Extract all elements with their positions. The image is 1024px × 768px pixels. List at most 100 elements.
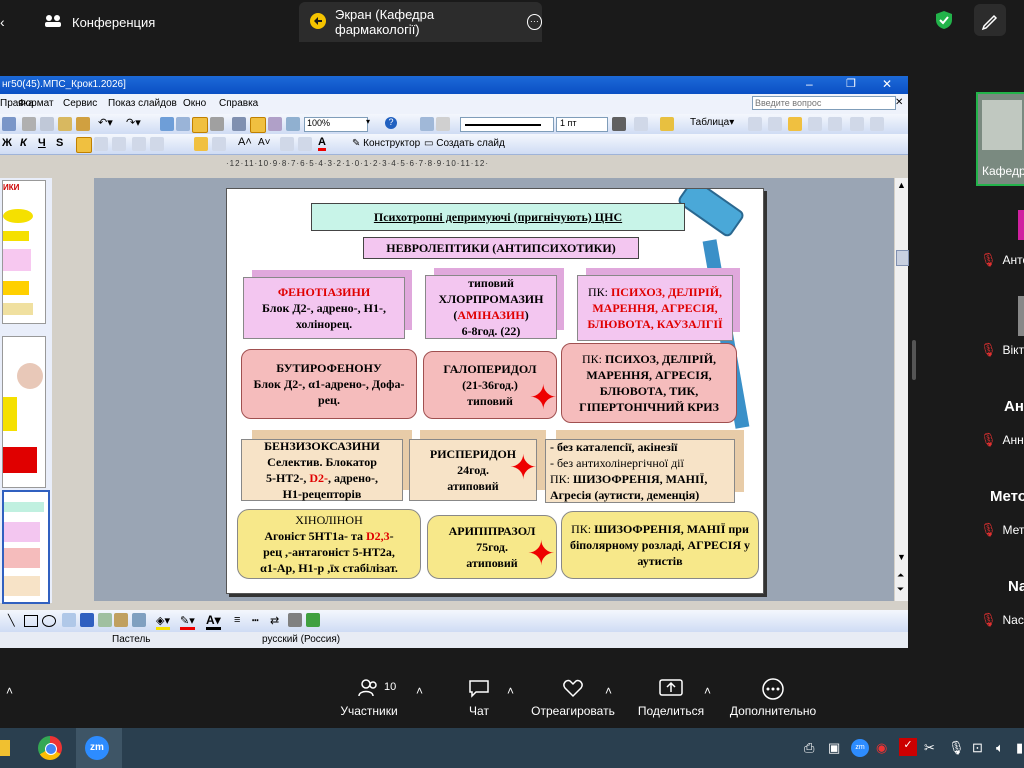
thumbnail-slide-1[interactable]: ИКИ	[2, 180, 46, 324]
thumbnail-slide-2[interactable]	[2, 336, 46, 488]
help-search-input[interactable]	[752, 96, 896, 110]
line-weight-icon[interactable]: ≡	[234, 614, 240, 626]
undo-icon[interactable]: ↶▾	[98, 116, 113, 129]
align-left-icon[interactable]	[76, 137, 92, 153]
wordart-tool-icon[interactable]	[80, 613, 94, 627]
line-color-icon[interactable]: ✎▾	[180, 614, 195, 630]
participant-row[interactable]: 🎙︎ Анн	[980, 432, 1024, 448]
decrease-font-icon[interactable]: A˅	[258, 137, 271, 148]
text-color-icon[interactable]: A▾	[206, 613, 221, 630]
menu-help[interactable]: Справка	[219, 98, 258, 109]
tab-conference[interactable]: Конференция	[44, 2, 155, 42]
line-tool-icon[interactable]: ╲	[8, 614, 15, 627]
distribute-rows-icon[interactable]	[850, 117, 864, 131]
shadow-icon[interactable]: S	[56, 137, 63, 149]
menu-format[interactable]: Формат	[18, 98, 54, 109]
line-width-select[interactable]: 1 пт	[556, 117, 608, 132]
participants-button[interactable]: Участники	[324, 678, 414, 718]
table-menu[interactable]: Таблица▾	[690, 117, 734, 128]
expand-icon[interactable]	[232, 117, 246, 131]
underline-icon[interactable]: Ч	[38, 137, 46, 149]
font-color-icon[interactable]: A	[318, 136, 326, 151]
grid-icon[interactable]	[250, 117, 266, 133]
participants-caret-icon[interactable]: ˄	[416, 684, 423, 698]
textbox-tool-icon[interactable]	[62, 613, 76, 627]
merge-cells-icon[interactable]	[768, 117, 782, 131]
panel-resize-handle[interactable]	[912, 340, 916, 380]
zoom-select[interactable]: 100%	[304, 117, 368, 132]
more-options-icon[interactable]: ···	[526, 14, 542, 30]
draw-icon[interactable]	[420, 117, 434, 131]
annotate-pen-icon[interactable]	[974, 4, 1006, 36]
participant-row[interactable]: 🎙︎ Мет	[980, 522, 1024, 538]
tables-borders-icon[interactable]	[192, 117, 208, 133]
insert-table-icon[interactable]	[176, 117, 190, 131]
zoom-tray-icon[interactable]: zm	[851, 739, 869, 757]
redo-icon[interactable]: ↷▾	[126, 116, 141, 129]
line-style-select[interactable]	[460, 117, 554, 132]
line-style-icon[interactable]	[436, 117, 450, 131]
align-middle-icon[interactable]	[808, 117, 822, 131]
borders-icon[interactable]	[634, 117, 648, 131]
increase-font-icon[interactable]: A˄	[238, 136, 252, 148]
help-icon[interactable]: ?	[385, 117, 397, 129]
scroll-up-icon[interactable]: ▲	[897, 180, 906, 190]
video-tile[interactable]: Кафедр	[976, 92, 1024, 186]
distribute-cols-icon[interactable]	[870, 117, 884, 131]
fill-bucket-icon[interactable]: ◈▾	[156, 614, 170, 630]
ltr-icon[interactable]	[194, 137, 208, 151]
align-bottom-icon[interactable]	[828, 117, 842, 131]
react-caret-icon[interactable]: ˄	[605, 684, 612, 698]
battery-icon[interactable]: ▮	[1016, 740, 1023, 756]
file-explorer-icon[interactable]	[0, 740, 10, 756]
clipart-tool-icon[interactable]	[114, 613, 128, 627]
thumbnail-slide-3-selected[interactable]	[2, 490, 50, 604]
pen-color-icon[interactable]	[612, 117, 626, 131]
printer-icon[interactable]: ⎙	[804, 740, 814, 756]
save-icon[interactable]: ▣	[828, 740, 840, 756]
menu-service[interactable]: Сервис	[63, 98, 97, 109]
3d-style-icon[interactable]	[306, 613, 320, 627]
zoom-dropdown-icon[interactable]: ▾	[366, 117, 370, 126]
insert-rows-icon[interactable]	[748, 117, 762, 131]
participant-row[interactable]: 🎙︎ Вікто	[980, 342, 1024, 358]
maximize-button[interactable]: ❐	[846, 77, 856, 90]
participant-row[interactable]: 🎙︎ Nас	[980, 612, 1024, 628]
back-chevron-icon[interactable]: ‹	[0, 14, 5, 30]
new-slide-button[interactable]: ▭ Создать слайд	[424, 138, 505, 149]
more-button[interactable]: Дополнительно	[728, 678, 818, 718]
minimize-button[interactable]: –	[806, 77, 813, 91]
shadow-style-icon[interactable]	[288, 613, 302, 627]
slide-thumbnails-pane[interactable]: ИКИ	[0, 178, 52, 604]
tab-screen-share[interactable]: Экран (Кафедра фармакології) ···	[299, 2, 542, 42]
format-painter-icon[interactable]	[76, 117, 90, 131]
diagram-tool-icon[interactable]	[98, 613, 112, 627]
align-right-icon[interactable]	[112, 137, 126, 151]
increase-indent-icon[interactable]	[298, 137, 312, 151]
tray-eye-icon[interactable]: ◉	[876, 740, 887, 756]
paste-special-icon[interactable]	[58, 117, 72, 131]
share-button[interactable]: Поделиться	[626, 678, 716, 718]
copy-icon[interactable]	[40, 117, 54, 131]
decrease-indent-icon[interactable]	[280, 137, 294, 151]
picture-tool-icon[interactable]	[132, 613, 146, 627]
network-icon[interactable]: ⊡	[972, 740, 983, 756]
close-doc-icon[interactable]: ✕	[895, 97, 903, 108]
tray-tools-icon[interactable]: ✂	[924, 740, 935, 756]
align-top-icon[interactable]	[788, 117, 802, 131]
rtl-icon[interactable]	[212, 137, 226, 151]
color-grayscale-icon[interactable]	[268, 117, 282, 131]
next-slide-icon[interactable]: ⏷	[897, 584, 904, 595]
scroll-thumb[interactable]	[896, 250, 909, 266]
shield-check-icon[interactable]	[935, 10, 953, 35]
bullets-icon[interactable]	[150, 137, 164, 151]
rectangle-tool-icon[interactable]	[24, 615, 38, 627]
participant-row[interactable]: 🎙︎ Анто	[980, 252, 1024, 268]
insert-chart-icon[interactable]	[160, 117, 174, 131]
menu-window[interactable]: Окно	[183, 98, 206, 109]
italic-icon[interactable]: К	[20, 137, 27, 149]
bold-icon[interactable]: Ж	[2, 137, 12, 149]
close-button[interactable]: ✕	[882, 77, 892, 91]
chrome-icon[interactable]	[38, 736, 62, 760]
volume-icon[interactable]: 🔈︎	[996, 740, 1004, 756]
